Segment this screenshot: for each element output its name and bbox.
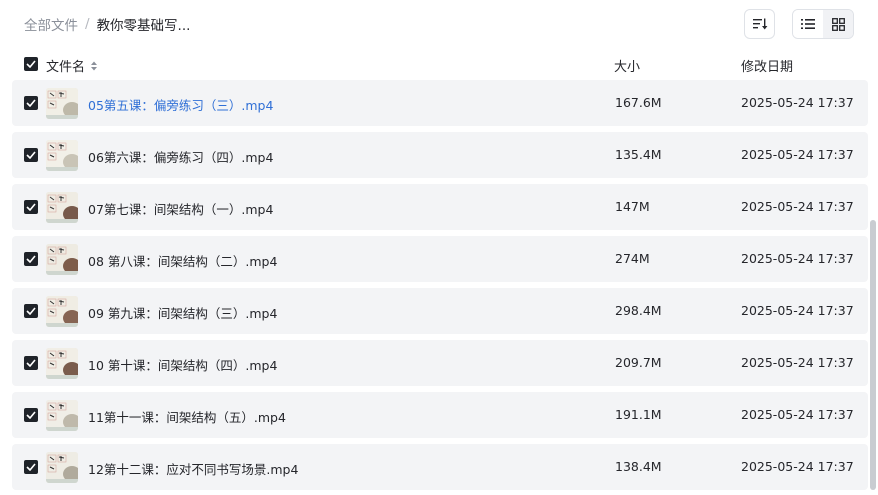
top-bar: 全部文件 / 教你零基础写... [0,0,878,48]
view-mode-switch [792,9,854,39]
file-modified-date: 2025-05-24 17:37 [741,147,854,162]
column-header-size[interactable]: 大小 [614,56,640,75]
video-thumbnail[interactable] [46,192,78,223]
row-checkbox[interactable] [24,96,38,110]
file-row[interactable]: 05第五课：偏旁练习（三）.mp4 167.6M 2025-05-24 17:37 [12,80,868,126]
row-checkbox[interactable] [24,252,38,266]
file-name[interactable]: 09 第九课：间架结构（三）.mp4 [88,303,277,322]
breadcrumb-separator: / [85,16,90,32]
check-icon [26,255,36,263]
file-size: 274M [615,251,650,266]
file-size: 138.4M [615,459,662,474]
video-thumbnail[interactable] [46,88,78,119]
video-thumbnail[interactable] [46,296,78,327]
file-modified-date: 2025-05-24 17:37 [741,303,854,318]
file-name[interactable]: 12第十二课：应对不同书写场景.mp4 [88,459,298,478]
sort-icon [752,18,767,30]
check-icon [26,60,36,68]
column-header-name[interactable]: 文件名 [46,56,99,75]
check-icon [26,307,36,315]
list-view-button[interactable] [793,10,823,38]
grid-view-icon [831,17,845,31]
row-checkbox[interactable] [24,200,38,214]
file-modified-date: 2025-05-24 17:37 [741,251,854,266]
video-thumbnail[interactable] [46,348,78,379]
file-modified-date: 2025-05-24 17:37 [741,355,854,370]
file-name[interactable]: 11第十一课：间架结构（五）.mp4 [88,407,286,426]
check-icon [26,463,36,471]
file-row[interactable]: 08 第八课：间架结构（二）.mp4 274M 2025-05-24 17:37 [12,236,868,282]
file-name[interactable]: 07第七课：间架结构（一）.mp4 [88,199,273,218]
file-modified-date: 2025-05-24 17:37 [741,407,854,422]
file-modified-date: 2025-05-24 17:37 [741,95,854,110]
file-name[interactable]: 05第五课：偏旁练习（三）.mp4 [88,95,273,114]
select-all-checkbox[interactable] [24,57,38,71]
file-row[interactable]: 06第六课：偏旁练习（四）.mp4 135.4M 2025-05-24 17:37 [12,132,868,178]
row-checkbox[interactable] [24,408,38,422]
file-modified-date: 2025-05-24 17:37 [741,459,854,474]
file-size: 167.6M [615,95,662,110]
file-modified-date: 2025-05-24 17:37 [741,199,854,214]
column-header-date[interactable]: 修改日期 [741,56,793,75]
breadcrumb-root-link[interactable]: 全部文件 [24,14,78,34]
file-name[interactable]: 06第六课：偏旁练习（四）.mp4 [88,147,273,166]
breadcrumb-current: 教你零基础写... [96,18,191,34]
check-icon [26,99,36,107]
sort-button[interactable] [744,9,775,39]
file-row[interactable]: 07第七课：间架结构（一）.mp4 147M 2025-05-24 17:37 [12,184,868,230]
file-size: 209.7M [615,355,662,370]
file-row[interactable]: 09 第九课：间架结构（三）.mp4 298.4M 2025-05-24 17:37 [12,288,868,334]
video-thumbnail[interactable] [46,140,78,171]
check-icon [26,203,36,211]
file-row[interactable]: 11第十一课：间架结构（五）.mp4 191.1M 2025-05-24 17:37 [12,392,868,438]
check-icon [26,151,36,159]
row-checkbox[interactable] [24,304,38,318]
file-name[interactable]: 08 第八课：间架结构（二）.mp4 [88,251,277,270]
file-row[interactable]: 12第十二课：应对不同书写场景.mp4 138.4M 2025-05-24 17:3… [12,444,868,490]
row-checkbox[interactable] [24,148,38,162]
breadcrumb: 全部文件 / 教你零基础写... [24,14,191,34]
file-row[interactable]: 10 第十课：间架结构（四）.mp4 209.7M 2025-05-24 17:37 [12,340,868,386]
video-thumbnail[interactable] [46,244,78,275]
check-icon [26,359,36,367]
video-thumbnail[interactable] [46,400,78,431]
file-size: 135.4M [615,147,662,162]
row-checkbox[interactable] [24,460,38,474]
grid-view-button[interactable] [823,10,853,38]
row-checkbox[interactable] [24,356,38,370]
sort-toggle-icon [91,61,98,70]
file-name[interactable]: 10 第十课：间架结构（四）.mp4 [88,355,277,374]
video-thumbnail[interactable] [46,452,78,483]
check-icon [26,411,36,419]
table-header: 文件名 大小 修改日期 [0,50,878,78]
list-view-icon [801,19,815,29]
file-size: 298.4M [615,303,662,318]
scrollbar[interactable] [870,220,876,490]
file-size: 147M [615,199,650,214]
column-header-name-label: 文件名 [46,60,86,75]
file-size: 191.1M [615,407,662,422]
